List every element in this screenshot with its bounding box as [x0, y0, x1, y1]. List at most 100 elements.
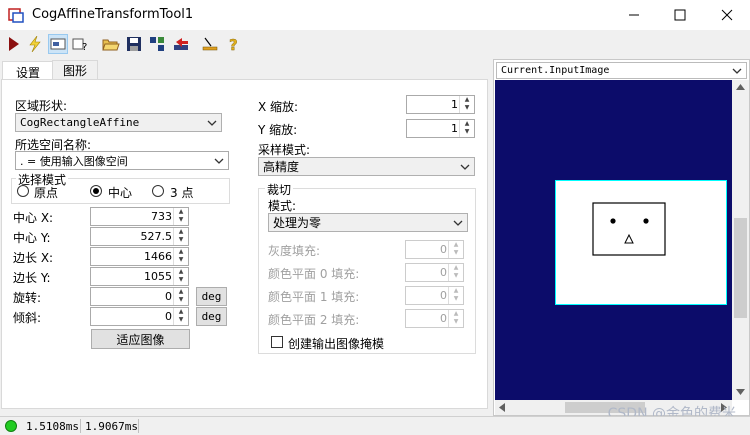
spin-buttons[interactable]: ▲ ▼ [448, 310, 463, 327]
help-button[interactable]: ? [224, 34, 244, 54]
spin-buttons[interactable]: ▲ ▼ [448, 241, 463, 258]
fit-image-button[interactable]: 适应图像 [91, 329, 190, 349]
image-content [592, 202, 666, 256]
toolbar: ? ? [0, 31, 750, 57]
tab-graphics[interactable]: 图形 [52, 60, 98, 81]
side-y-input[interactable]: 1055 ▲ ▼ [90, 267, 189, 286]
skew-input[interactable]: 0 ▲ ▼ [90, 307, 189, 326]
rotation-unit-button[interactable]: deg [196, 287, 227, 306]
region-shape-select[interactable]: CogRectangleAffine [15, 113, 222, 132]
rotation-label: 旋转: [13, 291, 42, 305]
status-divider [138, 419, 139, 433]
plane0-fill-label: 颜色平面 0 填充: [268, 267, 360, 281]
scroll-left-icon [499, 403, 505, 412]
plane0-fill-input[interactable]: 0 ▲ ▼ [405, 263, 464, 282]
save-button[interactable] [124, 34, 144, 54]
region-shape-label: 区域形状: [15, 99, 68, 113]
network-icon [150, 37, 164, 51]
help-icon: ? [229, 36, 238, 52]
scale-x-input[interactable]: 1 ▲ ▼ [406, 95, 475, 114]
app-icon [8, 8, 24, 23]
svg-text:?: ? [82, 42, 87, 52]
minimize-button[interactable] [611, 0, 657, 30]
ruler-icon [202, 37, 218, 51]
close-icon [721, 9, 733, 21]
side-x-label: 边长 X: [13, 251, 54, 265]
reset-arrow-icon [174, 38, 188, 50]
vertical-scroll-thumb[interactable] [734, 218, 747, 318]
spin-buttons[interactable]: ▲ ▼ [173, 268, 188, 285]
radio-three-point[interactable] [152, 185, 164, 197]
svg-text:?: ? [229, 36, 238, 52]
chevron-down-icon [453, 220, 463, 226]
mask-checkbox-label: 创建输出图像掩模 [288, 337, 385, 351]
window-title: CogAffineTransformTool1 [32, 7, 194, 22]
skew-unit-button[interactable]: deg [196, 307, 227, 326]
image-canvas[interactable] [495, 80, 732, 400]
image-source-select[interactable]: Current.InputImage [496, 62, 747, 79]
cog-button[interactable] [147, 34, 167, 54]
maximize-button[interactable] [657, 0, 703, 30]
scroll-down-icon [736, 389, 745, 395]
image-display-panel: Current.InputImage [493, 59, 750, 416]
scroll-up-icon [736, 84, 745, 90]
vertical-scrollbar[interactable] [732, 80, 749, 400]
title-bar: CogAffineTransformTool1 [0, 0, 750, 30]
clip-mode-label: 模式: [268, 199, 297, 213]
scale-x-label: X 缩放: [258, 100, 299, 114]
form-icon [50, 38, 66, 50]
status-divider [80, 419, 81, 433]
center-x-input[interactable]: 733 ▲ ▼ [90, 207, 189, 226]
spin-buttons[interactable]: ▲ ▼ [173, 288, 188, 305]
side-x-input[interactable]: 1466 ▲ ▼ [90, 247, 189, 266]
spin-buttons[interactable]: ▲ ▼ [173, 248, 188, 265]
spin-buttons[interactable]: ▲ ▼ [173, 228, 188, 245]
chevron-down-icon [214, 158, 224, 164]
save-icon [127, 37, 141, 51]
close-button[interactable] [704, 0, 750, 30]
radio-center[interactable] [90, 185, 102, 197]
settings-panel: 区域形状: CogRectangleAffine 所选空间名称: . = 使用输… [1, 79, 488, 409]
status-time-1: 1.5108ms [26, 420, 79, 433]
spin-buttons[interactable]: ▲ ▼ [448, 287, 463, 304]
run-button[interactable] [3, 34, 23, 54]
open-button[interactable] [101, 34, 121, 54]
measure-button[interactable] [200, 34, 220, 54]
spin-buttons[interactable]: ▲ ▼ [173, 308, 188, 325]
mask-checkbox[interactable] [271, 336, 283, 348]
electric-button[interactable] [25, 34, 45, 54]
spin-buttons[interactable]: ▲ ▼ [173, 208, 188, 225]
space-name-select[interactable]: . = 使用输入图像空间 [15, 151, 229, 170]
center-y-input[interactable]: 527.5 ▲ ▼ [90, 227, 189, 246]
rotation-input[interactable]: 0 ▲ ▼ [90, 287, 189, 306]
scale-y-input[interactable]: 1 ▲ ▼ [406, 119, 475, 138]
show-results-button[interactable]: ? [70, 34, 90, 54]
lightning-icon [29, 36, 41, 52]
spin-buttons[interactable]: ▲ ▼ [448, 264, 463, 281]
clip-mode-select[interactable]: 处理为零 [268, 213, 468, 232]
input-image [555, 180, 727, 305]
radio-origin[interactable] [17, 185, 29, 197]
status-bar: 1.5108ms 1.9067ms [0, 416, 750, 435]
status-time-2: 1.9067ms [85, 420, 138, 433]
side-y-label: 边长 Y: [13, 271, 51, 285]
radio-center-label: 中心 [108, 186, 133, 200]
scale-y-label: Y 缩放: [258, 123, 298, 137]
radio-three-point-label: 3 点 [170, 186, 194, 200]
spin-buttons[interactable]: ▲ ▼ [459, 96, 474, 113]
status-indicator-icon [5, 420, 17, 432]
show-params-button[interactable] [48, 34, 68, 54]
reset-button[interactable] [171, 34, 191, 54]
chevron-down-icon [207, 120, 217, 126]
run-icon [9, 37, 19, 51]
gray-fill-input[interactable]: 0 ▲ ▼ [405, 240, 464, 259]
plane1-fill-label: 颜色平面 1 填充: [268, 290, 360, 304]
plane1-fill-input[interactable]: 0 ▲ ▼ [405, 286, 464, 305]
clip-group-label: 裁切 [265, 181, 294, 198]
plane2-fill-input[interactable]: 0 ▲ ▼ [405, 309, 464, 328]
minimize-icon [629, 14, 639, 16]
sampling-select[interactable]: 高精度 [258, 157, 475, 176]
spin-buttons[interactable]: ▲ ▼ [459, 120, 474, 137]
chevron-down-icon [732, 68, 742, 74]
chevron-down-icon [460, 164, 470, 170]
